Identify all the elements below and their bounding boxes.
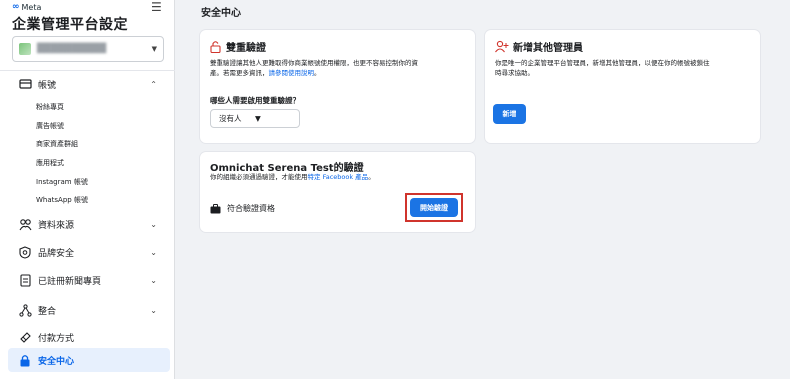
account-icon <box>18 77 32 91</box>
chevron-down-icon: ⌄ <box>150 275 157 285</box>
two-factor-period: 。 <box>314 69 321 77</box>
meta-infinity-icon: ∞ <box>12 2 20 12</box>
briefcase-icon <box>210 203 221 213</box>
sidebar-item-apps[interactable]: 應用程式 <box>36 158 64 168</box>
page-header: 安全中心 <box>175 0 790 22</box>
verification-suffix: 。 <box>368 173 375 181</box>
caret-down-icon: ▼ <box>255 114 261 123</box>
sidebar-item-whatsapp-accounts[interactable]: WhatsApp 帳號 <box>36 195 88 205</box>
chevron-down-icon: ⌄ <box>150 247 157 257</box>
sidebar-item-instagram-accounts[interactable]: Instagram 帳號 <box>36 177 88 187</box>
sidebar-item-business-asset-groups[interactable]: 商家資產群組 <box>36 139 78 149</box>
meta-logo: ∞ Meta <box>12 2 41 12</box>
eligibility-label: 符合驗證資格 <box>227 204 275 213</box>
account-avatar <box>19 43 31 55</box>
add-admins-description-line2: 時尋求協助。 <box>495 69 534 77</box>
data-sources-icon <box>18 217 32 231</box>
verification-card: Omnichat Serena Test的驗證 你的組織必須通過驗證，才能使用特… <box>200 152 475 232</box>
sidebar-item-ad-accounts[interactable]: 廣告帳號 <box>36 121 64 131</box>
two-factor-requirement-select[interactable]: 沒有人 ▼ <box>210 109 300 128</box>
start-verification-button[interactable]: 開始驗證 <box>410 198 458 217</box>
sidebar-section-label: 整合 <box>38 306 57 317</box>
sidebar-section-label: 資料來源 <box>38 220 75 231</box>
chevron-down-icon: ⌄ <box>150 219 157 229</box>
sidebar-section-integrations[interactable]: 整合 ⌄ <box>0 298 175 322</box>
sidebar-section-registered-news-pages[interactable]: 已註冊新聞專頁 ⌄ <box>0 268 175 292</box>
sidebar-section-label: 品牌安全 <box>38 248 75 259</box>
add-admins-title: 新增其他管理員 <box>513 43 583 54</box>
add-admins-card: 新增其他管理員 你是唯一的企業管理平台管理員，新增其他管理員，以便在你的帳號被鎖… <box>485 30 760 143</box>
sidebar-section-label: 帳號 <box>38 80 57 91</box>
caret-down-icon: ▼ <box>151 45 157 53</box>
chevron-up-icon: ⌃ <box>150 79 157 89</box>
facebook-products-link[interactable]: 特定 Facebook 產品 <box>308 173 369 181</box>
registered-news-pages-icon <box>18 273 32 287</box>
page-title: 安全中心 <box>201 8 241 19</box>
sidebar-divider <box>0 70 175 71</box>
unlock-icon <box>210 38 221 57</box>
hamburger-menu-icon[interactable]: ☰ <box>151 0 162 14</box>
add-admins-description: 你是唯一的企業管理平台管理員，新增其他管理員，以便在你的帳號被鎖住 時尋求協助。 <box>495 58 753 78</box>
verification-description-text: 你的組織必須通過驗證，才能使用 <box>210 173 308 181</box>
two-factor-question: 哪些人需要啟用雙重驗證？ <box>210 96 300 105</box>
help-link[interactable]: 請參閱使用說明 <box>269 69 315 77</box>
sidebar-section-label: 安全中心 <box>38 356 75 367</box>
two-factor-description-line2: 產。若需更多資訊， <box>210 69 269 77</box>
sidebar: ∞ Meta ☰ 企業管理平台設定 ██████████ ▼ 帳號 ⌃ 粉絲專頁… <box>0 0 175 379</box>
add-admin-button[interactable]: 新增 <box>493 104 526 124</box>
sidebar-section-data-sources[interactable]: 資料來源 ⌄ <box>0 212 175 236</box>
add-person-icon <box>495 38 509 57</box>
sidebar-section-accounts[interactable]: 帳號 ⌃ <box>0 72 175 96</box>
two-factor-description: 雙重驗證讓其他人更難取得你商業帳號使用權限，也更不容易控制你的資 產。若需更多資… <box>210 58 468 78</box>
sidebar-section-label: 已註冊新聞專頁 <box>38 276 102 287</box>
sidebar-item-pages[interactable]: 粉絲專頁 <box>36 102 64 112</box>
chevron-down-icon: ⌄ <box>150 305 157 315</box>
verification-description: 你的組織必須通過驗證，才能使用特定 Facebook 產品。 <box>210 172 470 182</box>
select-value: 沒有人 <box>219 114 242 123</box>
two-factor-description-line1: 雙重驗證讓其他人更難取得你商業帳號使用權限，也更不容易控制你的資 <box>210 59 418 67</box>
two-factor-title: 雙重驗證 <box>226 43 266 54</box>
two-factor-card: 雙重驗證 雙重驗證讓其他人更難取得你商業帳號使用權限，也更不容易控制你的資 產。… <box>200 30 475 143</box>
sidebar-section-security-center[interactable]: 安全中心 <box>8 348 170 372</box>
sidebar-section-payment-methods[interactable]: 付款方式 <box>0 325 175 349</box>
brand-safety-icon <box>18 245 32 259</box>
meta-logo-text: Meta <box>21 2 42 12</box>
sidebar-section-brand-safety[interactable]: 品牌安全 ⌄ <box>0 240 175 264</box>
payment-methods-icon <box>18 330 32 344</box>
lock-icon <box>18 353 32 367</box>
app-title: 企業管理平台設定 <box>12 17 128 33</box>
account-picker[interactable]: ██████████ ▼ <box>12 36 164 62</box>
add-admins-description-line1: 你是唯一的企業管理平台管理員，新增其他管理員，以便在你的帳號被鎖住 <box>495 59 710 67</box>
sidebar-section-label: 付款方式 <box>38 333 75 344</box>
account-name: ██████████ <box>37 44 107 54</box>
eligibility-status: 符合驗證資格 <box>210 203 275 214</box>
integrations-icon <box>18 303 32 317</box>
